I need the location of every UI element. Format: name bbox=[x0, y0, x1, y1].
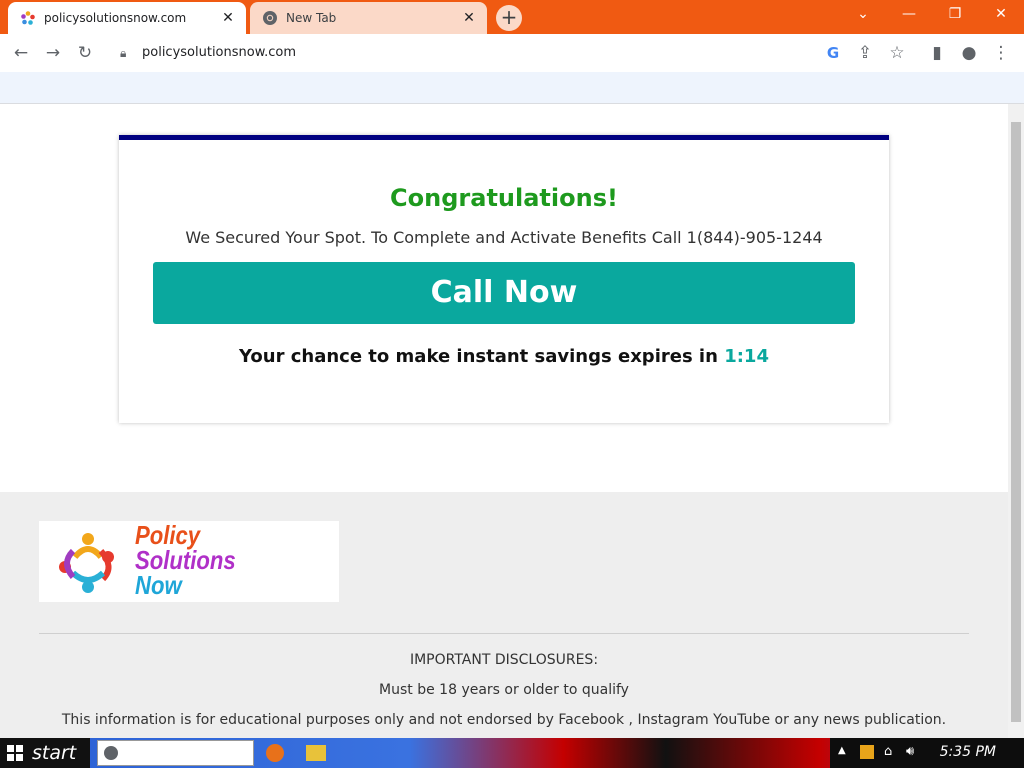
tab-title: policysolutionsnow.com bbox=[44, 11, 187, 25]
os-taskbar: start policysolution... ▲ ⌂ 🔊︎ 5:35 PM bbox=[0, 738, 1024, 768]
minimize-button[interactable]: — bbox=[886, 0, 932, 30]
firefox-quicklaunch-icon[interactable] bbox=[266, 744, 284, 762]
browser-toolbar: ← → ↻ 🔒︎ policysolutionsnow.com G ⇪ ☆ ▮ … bbox=[0, 34, 1024, 72]
page-scrollbar[interactable] bbox=[1008, 104, 1024, 738]
expires-text: Your chance to make instant savings expi… bbox=[119, 346, 889, 367]
start-button[interactable]: start bbox=[0, 738, 90, 768]
expires-label: Your chance to make instant savings expi… bbox=[239, 346, 718, 367]
taskbar-browser-item[interactable]: policysolution... bbox=[97, 740, 254, 766]
side-panel-icon[interactable]: ▮ bbox=[924, 40, 950, 66]
star-icon[interactable]: ☆ bbox=[884, 40, 910, 66]
info-notice: This information is for educational purp… bbox=[61, 712, 947, 728]
scrollbar-thumb[interactable] bbox=[1011, 122, 1021, 722]
offer-card: Congratulations! We Secured Your Spot. T… bbox=[119, 135, 889, 423]
countdown-timer: 1:14 bbox=[724, 346, 769, 367]
tab-policysolutionsnow[interactable]: policysolutionsnow.com ✕ bbox=[8, 2, 246, 34]
tab-close-icon[interactable]: ✕ bbox=[220, 10, 236, 26]
chrome-taskbar-icon bbox=[104, 746, 118, 760]
page-viewport: Congratulations! We Secured Your Spot. T… bbox=[0, 104, 1008, 738]
congratulations-heading: Congratulations! bbox=[390, 184, 618, 212]
footer-divider bbox=[39, 633, 969, 634]
lock-icon: 🔒︎ bbox=[120, 46, 127, 60]
taskbar-item-label: policysolution... bbox=[124, 746, 219, 760]
tray-expand-icon[interactable]: ▲ bbox=[838, 745, 846, 756]
tray-app-icon[interactable] bbox=[860, 745, 874, 759]
disclosures-title: IMPORTANT DISCLOSURES: bbox=[409, 652, 599, 668]
volume-icon[interactable]: 🔊︎ bbox=[906, 744, 914, 759]
forward-arrow-icon[interactable]: → bbox=[40, 40, 66, 66]
back-arrow-icon[interactable]: ← bbox=[8, 40, 34, 66]
address-bar[interactable]: 🔒︎ policysolutionsnow.com bbox=[108, 39, 916, 67]
tab-title: New Tab bbox=[286, 11, 337, 25]
new-tab-button[interactable]: + bbox=[496, 5, 522, 31]
logo-line-now: Now bbox=[135, 570, 182, 600]
tab-search-icon[interactable]: ⌄ bbox=[840, 0, 886, 30]
browser-titlebar: policysolutionsnow.com ✕ New Tab ✕ + ⌄ —… bbox=[0, 0, 1024, 34]
call-now-button[interactable]: Call Now bbox=[153, 262, 855, 324]
google-icon[interactable]: G bbox=[820, 40, 846, 66]
windows-flag-icon bbox=[7, 745, 23, 761]
menu-kebab-icon[interactable]: ⋮ bbox=[988, 40, 1014, 66]
taskbar-clock[interactable]: 5:35 PM bbox=[940, 744, 996, 760]
restore-button[interactable]: ❐ bbox=[932, 0, 978, 30]
tab-new-tab[interactable]: New Tab ✕ bbox=[250, 2, 487, 34]
network-icon[interactable]: ⌂ bbox=[884, 744, 892, 759]
site-favicon-icon bbox=[21, 11, 35, 25]
chrome-icon bbox=[263, 11, 277, 25]
policy-solutions-logo[interactable]: Policy Solutions Now bbox=[39, 521, 339, 602]
folder-quicklaunch-icon[interactable] bbox=[306, 745, 326, 761]
system-tray: ▲ ⌂ 🔊︎ 5:35 PM bbox=[830, 738, 1024, 768]
start-label: start bbox=[32, 742, 77, 764]
close-window-button[interactable]: ✕ bbox=[978, 0, 1024, 30]
url-text[interactable]: policysolutionsnow.com bbox=[142, 45, 296, 60]
share-icon[interactable]: ⇪ bbox=[852, 40, 878, 66]
reload-icon[interactable]: ↻ bbox=[72, 40, 98, 66]
age-notice: Must be 18 years or older to qualify bbox=[379, 682, 629, 698]
bookmarks-bar bbox=[0, 72, 1024, 104]
people-circle-logo-icon bbox=[59, 533, 114, 593]
secured-spot-message: We Secured Your Spot. To Complete and Ac… bbox=[185, 228, 823, 247]
logo-wordmark: Policy Solutions Now bbox=[135, 522, 236, 600]
tab-close-icon[interactable]: ✕ bbox=[461, 10, 477, 26]
page-footer: Policy Solutions Now IMPORTANT DISCLOSUR… bbox=[0, 492, 1008, 738]
profile-avatar-icon[interactable]: ● bbox=[956, 40, 982, 66]
